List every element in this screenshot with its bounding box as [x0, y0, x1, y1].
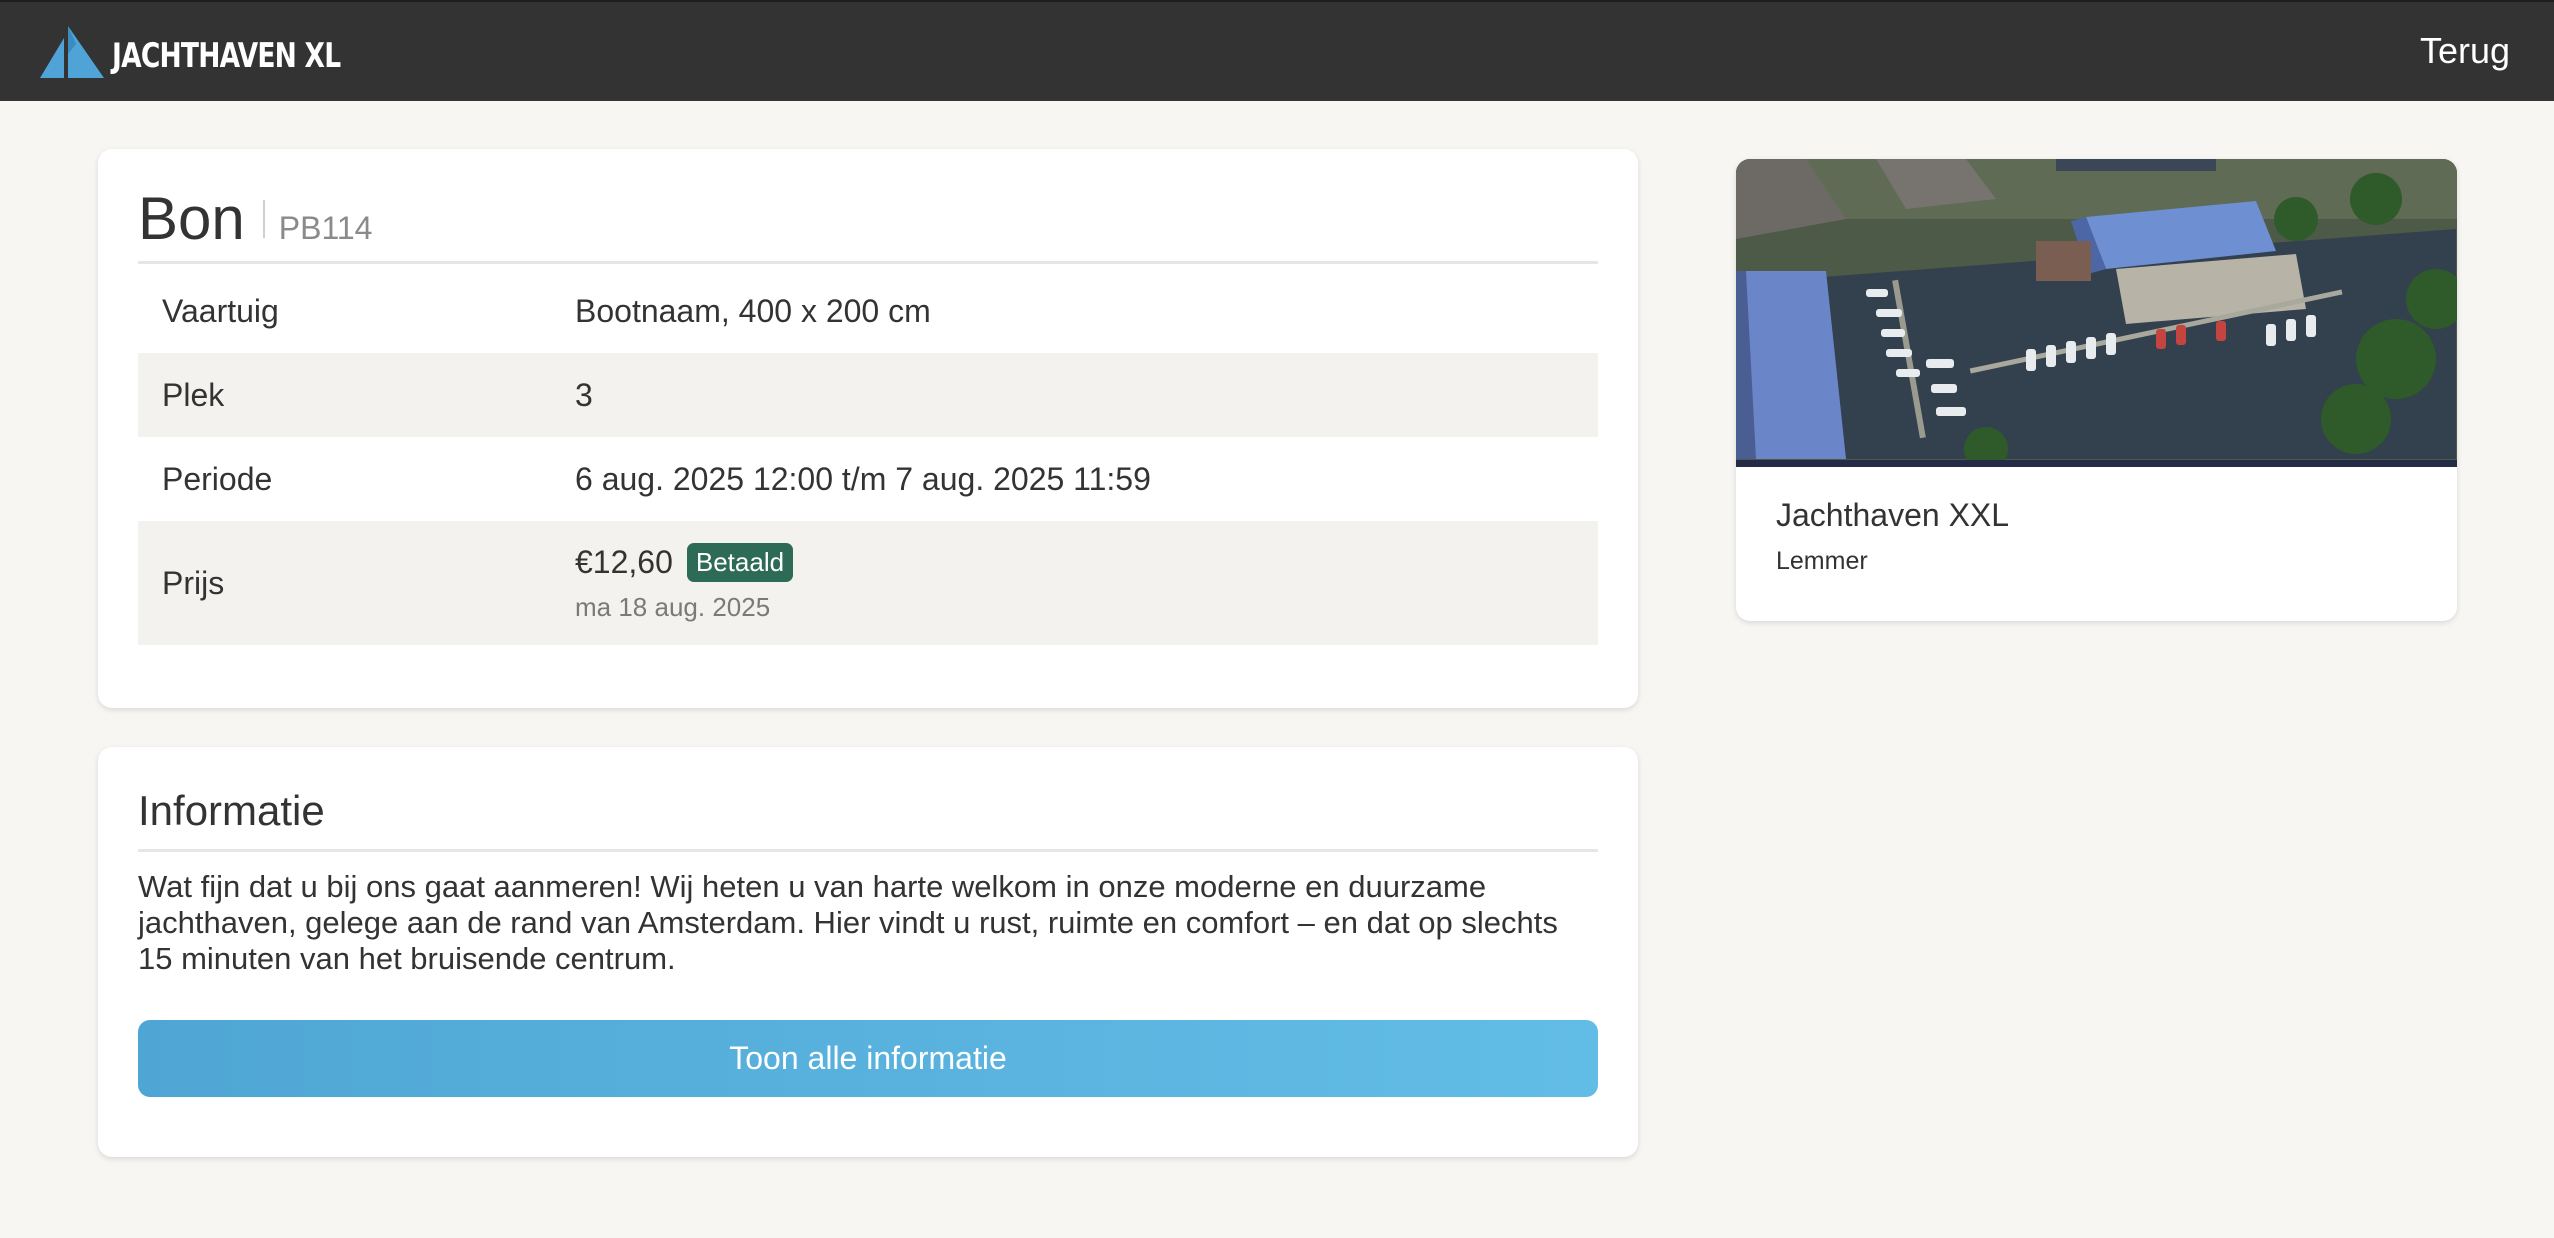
row-label-periode: Periode: [162, 460, 273, 497]
table-row: Prijs €12,60 Betaald ma 18 aug. 2025: [138, 521, 1598, 645]
row-value-prijs: €12,60 Betaald ma 18 aug. 2025: [575, 543, 794, 623]
show-all-info-button[interactable]: Toon alle informatie: [138, 1020, 1598, 1097]
bon-details-table: Vaartuig Bootnaam, 400 x 200 cm Plek 3 P…: [138, 269, 1598, 645]
payment-date: ma 18 aug. 2025: [575, 592, 771, 622]
info-text: Wat fijn dat u bij ons gaat aanmeren! Wi…: [138, 869, 1558, 976]
sailboat-logo-icon: [40, 26, 104, 78]
harbour-aerial-photo: [1736, 159, 2457, 467]
price-amount: €12,60: [575, 544, 673, 580]
top-navigation-bar: JACHTHAVEN XL Terug: [0, 0, 2554, 101]
table-row: Periode 6 aug. 2025 12:00 t/m 7 aug. 202…: [138, 437, 1598, 521]
bon-header: Bon PB114: [138, 189, 1598, 264]
title-divider: [262, 200, 265, 238]
logo-text: JACHTHAVEN XL: [112, 36, 341, 76]
row-label-vaartuig: Vaartuig: [162, 292, 279, 329]
harbour-name: Jachthaven XXL: [1776, 497, 2010, 533]
row-label-plek: Plek: [162, 376, 225, 413]
row-label-prijs: Prijs: [162, 564, 225, 601]
info-title: Informatie: [138, 787, 325, 834]
harbour-city: Lemmer: [1776, 547, 1868, 575]
bon-card: Bon PB114 Vaartuig Bootnaam, 400 x 200 c…: [98, 149, 1638, 708]
bon-title: Bon: [138, 185, 245, 252]
logo[interactable]: JACHTHAVEN XL: [38, 24, 405, 80]
back-link[interactable]: Terug: [2420, 30, 2510, 72]
info-header: Informatie: [138, 787, 1598, 852]
row-value-periode: 6 aug. 2025 12:00 t/m 7 aug. 2025 11:59: [575, 460, 1151, 497]
harbour-card[interactable]: Jachthaven XXL Lemmer: [1736, 159, 2457, 621]
table-row: Vaartuig Bootnaam, 400 x 200 cm: [138, 269, 1598, 353]
row-value-plek: 3: [575, 376, 593, 413]
row-value-vaartuig: Bootnaam, 400 x 200 cm: [575, 292, 931, 329]
bon-code: PB114: [278, 210, 373, 246]
info-card: Informatie Wat fijn dat u bij ons gaat a…: [98, 747, 1638, 1157]
status-badge: Betaald: [686, 543, 794, 582]
table-row: Plek 3: [138, 353, 1598, 437]
price-line: €12,60 Betaald: [575, 543, 794, 582]
